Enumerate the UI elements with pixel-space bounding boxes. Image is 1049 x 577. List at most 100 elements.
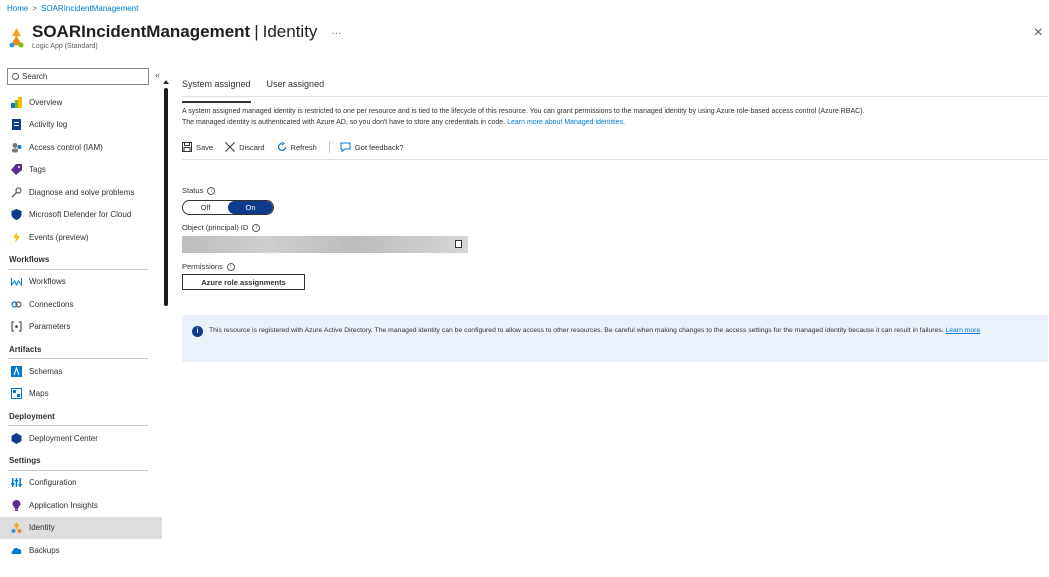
azure-role-assignments-button[interactable]: Azure role assignments <box>182 274 305 290</box>
sidebar-item-label: Events (preview) <box>29 232 89 242</box>
sidebar-nav: Overview Activity log Access control (IAM)… <box>0 91 162 562</box>
activity-log-icon <box>11 119 22 131</box>
sidebar-item-microsoft-defender-for-cloud[interactable]: Microsoft Defender for Cloud <box>0 204 162 227</box>
more-options-icon[interactable]: ··· <box>331 28 341 39</box>
tab-system-assigned[interactable]: System assigned <box>182 79 251 103</box>
description-line-2: The managed identity is authenticated wi… <box>182 119 626 126</box>
save-button[interactable]: Save <box>182 142 213 152</box>
sidebar-item-access-control-iam[interactable]: Access control (IAM) <box>0 136 162 159</box>
tab-divider <box>182 96 1048 97</box>
status-off-option[interactable]: Off <box>183 201 228 214</box>
shield-icon <box>11 209 22 221</box>
status-field-label: Status i <box>182 186 1049 195</box>
tab-bar: System assigned User assigned <box>182 66 1049 103</box>
sidebar: Search « Overview Activity log Access cont… <box>0 66 172 577</box>
maps-icon <box>11 388 22 400</box>
sidebar-section-label: Settings <box>9 456 41 465</box>
resource-type: Logic App (Standard) <box>32 43 98 50</box>
close-icon[interactable]: × <box>1034 24 1043 42</box>
backups-icon <box>11 545 22 556</box>
sidebar-item-label: Activity log <box>29 120 68 130</box>
toolbar: Save Discard Refresh Got feedback? <box>182 140 1049 154</box>
refresh-label: Refresh <box>290 142 317 152</box>
description-line-1: A system assigned managed identity is re… <box>182 108 865 115</box>
sidebar-item-label: Microsoft Defender for Cloud <box>29 210 132 220</box>
sidebar-item-workflows[interactable]: Workflows <box>0 271 162 294</box>
page-subtitle-identity: Identity <box>262 22 318 41</box>
sidebar-item-label: Access control (IAM) <box>29 142 103 152</box>
sidebar-item-diagnose-and-solve-problems[interactable]: Diagnose and solve problems <box>0 181 162 204</box>
workflow-icon <box>11 276 22 287</box>
discard-button[interactable]: Discard <box>225 142 265 152</box>
sidebar-item-label: Application Insights <box>29 500 98 510</box>
sidebar-item-label: Backups <box>29 545 60 555</box>
permissions-field-label: Permissions i <box>182 262 1049 271</box>
object-id-field[interactable] <box>182 236 468 253</box>
tab-user-assigned[interactable]: User assigned <box>267 79 325 96</box>
breadcrumb: Home > SOARIncidentManagement <box>7 4 138 13</box>
sidebar-section-deployment: Deployment <box>0 405 162 427</box>
sidebar-item-label: Parameters <box>29 322 71 332</box>
feedback-button[interactable]: Got feedback? <box>340 142 404 152</box>
object-id-label: Object (principal) ID <box>182 223 249 232</box>
sidebar-section-label: Deployment <box>9 411 55 421</box>
sidebar-section-settings: Settings <box>0 450 162 472</box>
collapse-sidebar-icon[interactable]: « <box>155 70 160 80</box>
permissions-label: Permissions <box>182 262 223 271</box>
sidebar-item-label: Tags <box>29 165 46 175</box>
parameters-icon <box>11 321 22 332</box>
sidebar-item-identity[interactable]: Identity <box>0 516 162 539</box>
toolbar-divider <box>182 159 1048 160</box>
sidebar-item-connections[interactable]: Connections <box>0 293 162 316</box>
sidebar-item-overview[interactable]: Overview <box>0 91 162 114</box>
sidebar-item-application-insights[interactable]: Application Insights <box>0 494 162 517</box>
sidebar-section-label: Artifacts <box>9 344 42 354</box>
iam-icon <box>11 142 22 153</box>
info-icon[interactable]: i <box>226 262 235 271</box>
refresh-button[interactable]: Refresh <box>277 142 317 152</box>
deployment-center-icon <box>11 432 22 444</box>
sidebar-item-label: Schemas <box>29 366 63 376</box>
tag-icon <box>11 164 22 176</box>
search-input[interactable]: Search <box>7 68 149 85</box>
info-icon[interactable]: i <box>252 223 261 232</box>
lightning-icon <box>11 231 22 243</box>
configuration-icon <box>11 477 22 488</box>
status-toggle[interactable]: Off On <box>182 200 274 215</box>
learn-more-managed-identities-link[interactable]: Learn more about Managed identities. <box>507 119 625 126</box>
sidebar-scrollbar[interactable] <box>164 88 168 306</box>
sidebar-item-label: Identity <box>29 523 55 533</box>
sidebar-item-tags[interactable]: Tags <box>0 159 162 182</box>
wrench-icon <box>11 187 22 198</box>
info-icon[interactable]: i <box>207 186 216 195</box>
sidebar-item-events-preview[interactable]: Events (preview) <box>0 226 162 249</box>
sidebar-item-activity-log[interactable]: Activity log <box>0 114 162 137</box>
breadcrumb-home[interactable]: Home <box>7 4 28 13</box>
sidebar-item-label: Maps <box>29 389 49 399</box>
schema-icon <box>11 365 22 377</box>
feedback-icon <box>340 142 351 152</box>
search-icon <box>12 73 19 80</box>
status-on-option[interactable]: On <box>228 201 273 214</box>
sidebar-section-artifacts: Artifacts <box>0 338 162 360</box>
sidebar-item-schemas[interactable]: Schemas <box>0 360 162 383</box>
sidebar-item-configuration[interactable]: Configuration <box>0 472 162 495</box>
info-filled-icon: i <box>192 326 203 337</box>
discard-label: Discard <box>239 142 265 152</box>
sidebar-item-backups[interactable]: Backups <box>0 539 162 562</box>
copy-icon[interactable] <box>455 240 462 248</box>
logic-app-icon <box>8 28 25 48</box>
overview-icon <box>11 96 22 108</box>
page-header: SOARIncidentManagement | Identity ··· Lo… <box>8 22 341 50</box>
toolbar-separator <box>328 141 330 153</box>
breadcrumb-current[interactable]: SOARIncidentManagement <box>41 4 138 13</box>
banner-learn-more-link[interactable]: Learn more <box>945 327 980 334</box>
sidebar-item-maps[interactable]: Maps <box>0 383 162 406</box>
sidebar-item-label: Overview <box>29 97 63 107</box>
sidebar-item-parameters[interactable]: Parameters <box>0 316 162 339</box>
sidebar-item-deployment-center[interactable]: Deployment Center <box>0 427 162 450</box>
save-label: Save <box>196 142 214 152</box>
scroll-up-icon[interactable] <box>163 80 169 84</box>
feedback-label: Got feedback? <box>354 142 404 152</box>
status-label: Status <box>182 186 204 195</box>
